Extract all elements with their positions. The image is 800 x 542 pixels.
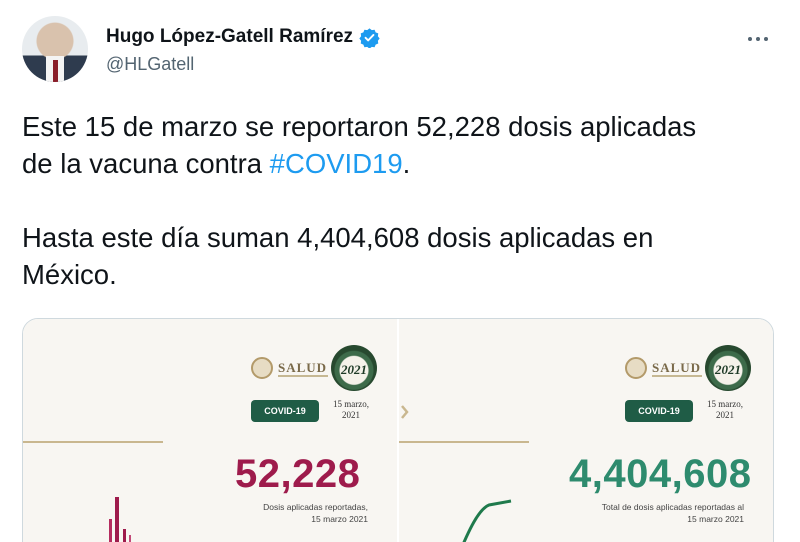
tweet-line-text: de la vacuna contra <box>22 148 270 179</box>
author-name-row: Hugo López-Gatell Ramírez <box>106 26 380 48</box>
daily-doses-bar-chart <box>109 497 131 542</box>
verified-badge-icon <box>359 27 380 48</box>
divider-rule <box>399 441 529 443</box>
tweet-line: México. <box>22 259 117 290</box>
dot <box>748 37 752 41</box>
media-image-total-doses[interactable]: SALUD 2021 COVID-19 15 marzo, 2021 4,404… <box>399 319 773 542</box>
salud-brand: SALUD <box>652 360 702 375</box>
date-line: 2021 <box>716 410 734 420</box>
divider-rule <box>23 441 163 443</box>
date-line: 15 marzo, <box>707 399 743 409</box>
caption-line: 15 marzo 2021 <box>687 514 744 524</box>
avatar[interactable] <box>22 16 88 82</box>
salud-logo: SALUD <box>625 357 702 379</box>
tweet-header: Hugo López-Gatell Ramírez @HLGatell <box>22 16 782 86</box>
dot <box>756 37 760 41</box>
salud-seal-icon <box>625 357 647 379</box>
logo-year: 2021 <box>715 362 741 377</box>
chart-line <box>462 499 512 542</box>
date-line: 2021 <box>342 410 360 420</box>
tweet-line-text: . <box>402 148 411 179</box>
caption-line: Total de dosis aplicadas reportadas al <box>601 502 744 512</box>
tweet-line: Hasta este día suman 4,404,608 dosis apl… <box>22 222 654 253</box>
chart-arrow-fragment-icon <box>401 405 409 419</box>
covid19-badge: COVID-19 <box>251 400 319 422</box>
salud-subline <box>278 375 328 377</box>
covid19-badge: COVID-19 <box>625 400 693 422</box>
chart-bar <box>115 497 119 542</box>
dot <box>764 37 768 41</box>
caption-line: 15 marzo 2021 <box>311 514 368 524</box>
hashtag-link[interactable]: #COVID19 <box>270 148 403 179</box>
total-doses-caption: Total de dosis aplicadas reportadas al 1… <box>589 501 744 525</box>
daily-doses-value: 52,228 <box>235 452 361 496</box>
author-display-name[interactable]: Hugo López-Gatell Ramírez <box>106 26 353 48</box>
date-line: 15 marzo, <box>333 399 369 409</box>
logo-year: 2021 <box>341 362 367 377</box>
more-horizontal-icon[interactable] <box>748 34 772 44</box>
chart-bar <box>129 535 131 542</box>
date-label: 15 marzo, 2021 <box>705 399 745 421</box>
tweet-line: de la vacuna contra #COVID19. <box>22 145 782 182</box>
caption-line: Dosis aplicadas reportadas, <box>263 502 368 512</box>
salud-brand: SALUD <box>278 360 328 375</box>
date-label: 15 marzo, 2021 <box>331 399 371 421</box>
chart-bar <box>123 529 126 542</box>
total-doses-line-chart <box>462 499 512 542</box>
avatar-tie <box>53 60 58 82</box>
total-doses-value: 4,404,608 <box>569 452 752 496</box>
mexico-2021-logo: 2021 <box>705 345 751 391</box>
chart-bar <box>109 519 112 542</box>
mexico-2021-logo: 2021 <box>331 345 377 391</box>
tweet-text: Este 15 de marzo se reportaron 52,228 do… <box>22 108 782 293</box>
media-image-daily-doses[interactable]: SALUD 2021 COVID-19 15 marzo, 2021 52,22… <box>23 319 397 542</box>
salud-subline <box>652 375 702 377</box>
media-gallery[interactable]: SALUD 2021 COVID-19 15 marzo, 2021 52,22… <box>22 318 774 542</box>
salud-logo: SALUD <box>251 357 328 379</box>
salud-seal-icon <box>251 357 273 379</box>
tweet-line: Este 15 de marzo se reportaron 52,228 do… <box>22 111 697 142</box>
daily-doses-caption: Dosis aplicadas reportadas, 15 marzo 202… <box>223 501 368 525</box>
author-handle[interactable]: @HLGatell <box>106 54 194 75</box>
